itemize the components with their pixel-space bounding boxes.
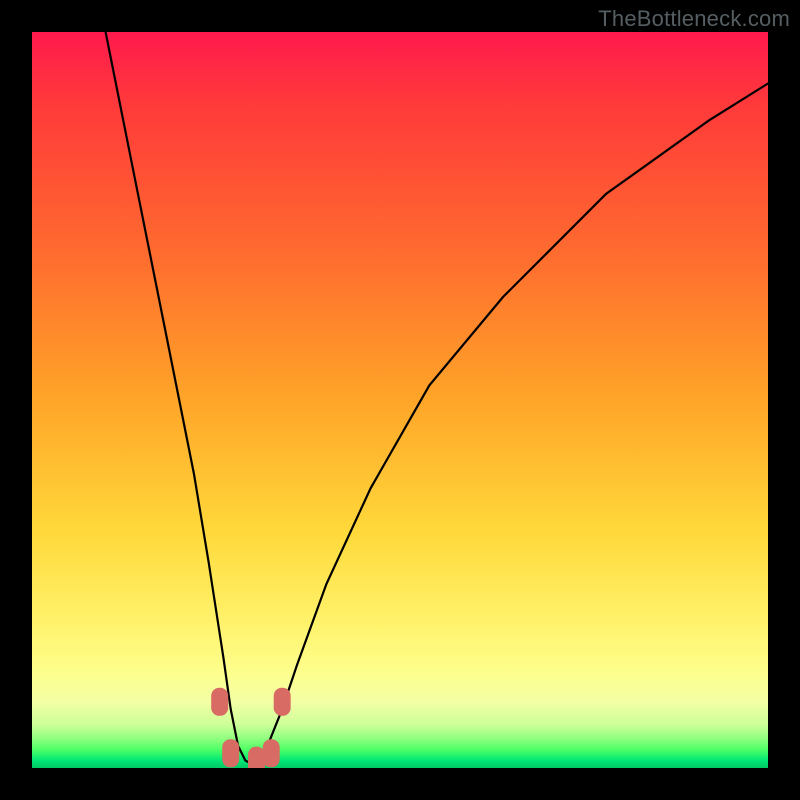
curve-marker	[248, 747, 265, 768]
plot-gradient-area	[32, 32, 768, 768]
chart-frame: TheBottleneck.com	[0, 0, 800, 800]
bottleneck-curve	[106, 32, 768, 764]
curve-marker	[222, 739, 239, 767]
curve-marker	[263, 739, 280, 767]
plot-svg	[32, 32, 768, 768]
watermark-text: TheBottleneck.com	[598, 6, 790, 32]
curve-marker	[211, 688, 228, 716]
curve-markers	[211, 688, 291, 768]
curve-marker	[274, 688, 291, 716]
